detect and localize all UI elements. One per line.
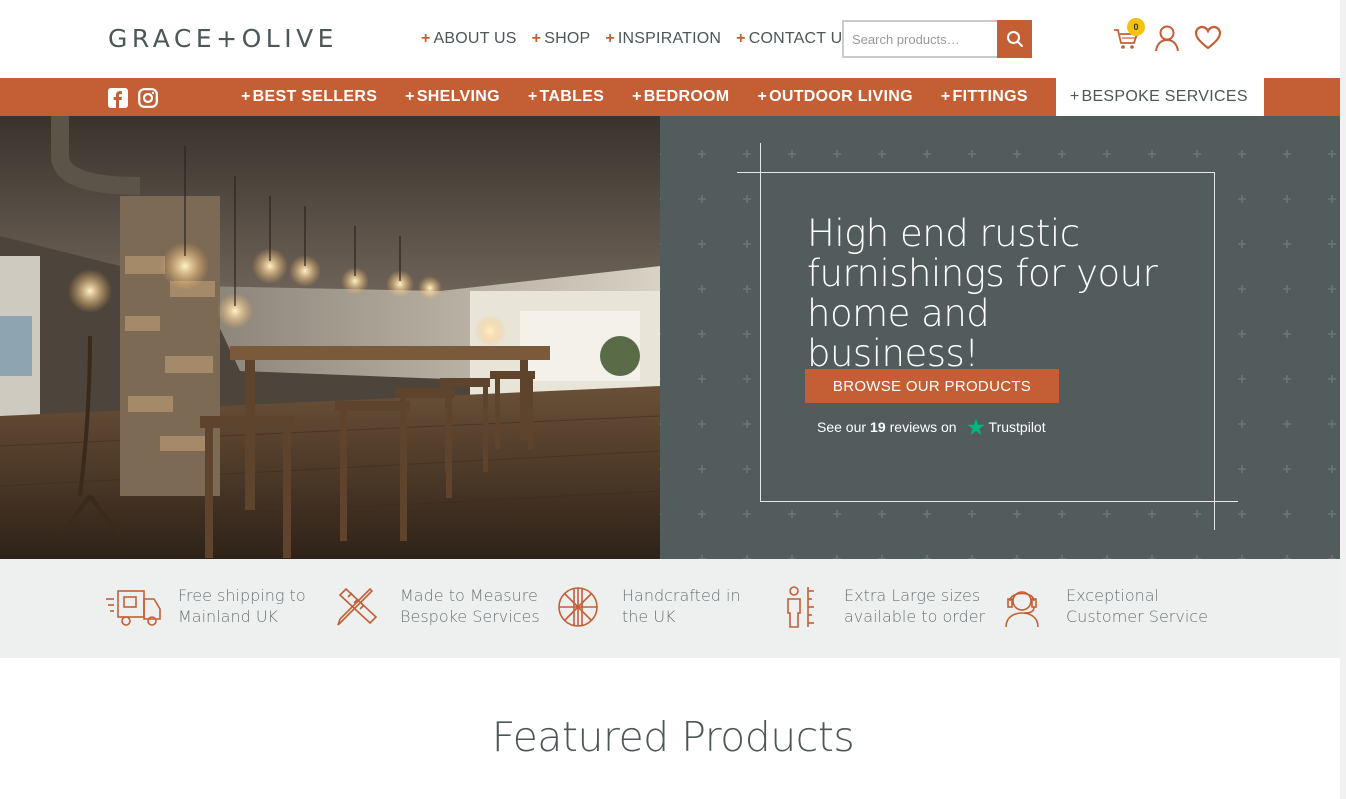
feature-handcrafted: Handcrafted in the UK [548,585,741,629]
plus-icon: + [1069,88,1080,105]
nav-inspiration[interactable]: + INSPIRATION [605,30,721,48]
scrollbar[interactable] [1340,0,1346,799]
browse-products-button[interactable]: BROWSE OUR PRODUCTS [805,369,1059,403]
review-count: 19 [870,419,886,435]
plus-icon: + [405,88,415,105]
top-navigation: + ABOUT US + SHOP + INSPIRATION + CONTACT US [421,30,868,48]
feature-line: Extra Large sizes [844,586,981,605]
trust-prefix: See our [817,419,867,435]
plus-icon: + [241,88,251,105]
uk-flag-icon [558,587,598,627]
category-outdoor-living[interactable]: + OUTDOOR LIVING [757,78,912,116]
trustpilot-widget[interactable]: See our 19 reviews on Trustpilot [817,418,1046,436]
trust-suffix: reviews on [889,419,957,435]
search-button[interactable] [997,20,1032,58]
feature-shipping: Free shipping to Mainland UK [104,585,306,629]
social-links [108,88,158,108]
category-label: BEST SELLERS [252,88,378,105]
nav-about-us[interactable]: + ABOUT US [421,30,517,48]
size-measure-icon [787,586,814,628]
feature-line: Free shipping to [178,586,306,605]
feature-line: Customer Service [1066,607,1208,626]
category-best-sellers[interactable]: + BEST SELLERS [241,78,377,116]
category-label: BESPOKE SERVICES [1081,88,1248,105]
delivery-truck-icon [106,590,161,626]
restaurant-interior-image [0,116,660,559]
plus-icon: + [632,88,642,105]
nav-contact-us[interactable]: + CONTACT US [736,30,853,48]
plus-icon: + [940,88,951,105]
feature-line: Handcrafted in [622,586,741,605]
plus-icon: + [527,88,538,105]
site-header: GRACE+OLIVE + ABOUT US + SHOP + INSPIRATION… [0,0,1346,78]
category-bedroom[interactable]: + BEDROOM [632,78,729,116]
plus-icon: + [421,30,431,47]
nav-shop[interactable]: + SHOP [532,30,591,48]
instagram-icon[interactable] [138,88,158,108]
category-label: BEDROOM [643,88,730,105]
category-label: SHELVING [416,88,500,105]
plus-icon: + [736,30,746,47]
frame-line-top [737,172,1215,173]
feature-bespoke: Made to Measure Bespoke Services [326,585,540,629]
frame-line-left [760,143,761,501]
feature-line: Mainland UK [178,607,279,626]
nav-label: CONTACT US [748,30,854,47]
frame-line-right [1214,172,1215,530]
frame-line-bottom [760,501,1238,502]
hero-title: High end rustic furnishings for your hom… [807,212,1158,375]
plus-icon: + [531,30,542,47]
ruler-pencil-icon [337,587,378,626]
feature-customer-service: Exceptional Customer Service [992,585,1208,629]
feature-line: Bespoke Services [400,607,540,626]
featured-products-heading: Featured Products [491,713,855,761]
feature-extra-large: Extra Large sizes available to order [770,585,985,629]
feature-line: Made to Measure [400,586,538,605]
wishlist-heart-icon[interactable] [1194,25,1222,51]
facebook-icon[interactable] [108,88,128,108]
category-tables[interactable]: + TABLES [528,78,604,116]
plus-icon: + [605,30,615,47]
features-strip: Free shipping to Mainland UK Made to Meas… [0,559,1346,658]
feature-line: Exceptional [1066,586,1159,605]
category-navigation: + BEST SELLERS + SHELVING + TABLES + BEDROOM… [241,78,1264,116]
nav-label: INSPIRATION [617,30,722,47]
category-bespoke-services[interactable]: + BESPOKE SERVICES [1055,78,1264,116]
nav-label: SHOP [544,30,591,47]
category-label: FITTINGS [952,88,1028,105]
feature-line: the UK [622,607,676,626]
search-icon [1006,31,1023,47]
product-search [842,20,1032,58]
plus-icon: + [757,88,768,105]
headset-icon [1005,591,1039,628]
trustpilot-brand: Trustpilot [988,419,1046,435]
search-input[interactable] [842,20,997,58]
nav-label: ABOUT US [433,30,517,47]
site-logo[interactable]: GRACE+OLIVE [108,24,338,53]
category-bar: + BEST SELLERS + SHELVING + TABLES + BEDROOM… [0,78,1346,116]
trustpilot-star-icon [966,418,985,435]
category-shelving[interactable]: + SHELVING [405,78,500,116]
account-icon[interactable] [1154,24,1180,52]
category-label: TABLES [539,88,605,105]
category-fittings[interactable]: + FITTINGS [941,78,1028,116]
cart-count-badge: 0 [1127,18,1145,36]
header-icons: 0 [1112,18,1222,52]
cart-button[interactable]: 0 [1112,18,1145,52]
category-label: OUTDOOR LIVING [769,88,913,105]
feature-line: available to order [844,607,986,626]
